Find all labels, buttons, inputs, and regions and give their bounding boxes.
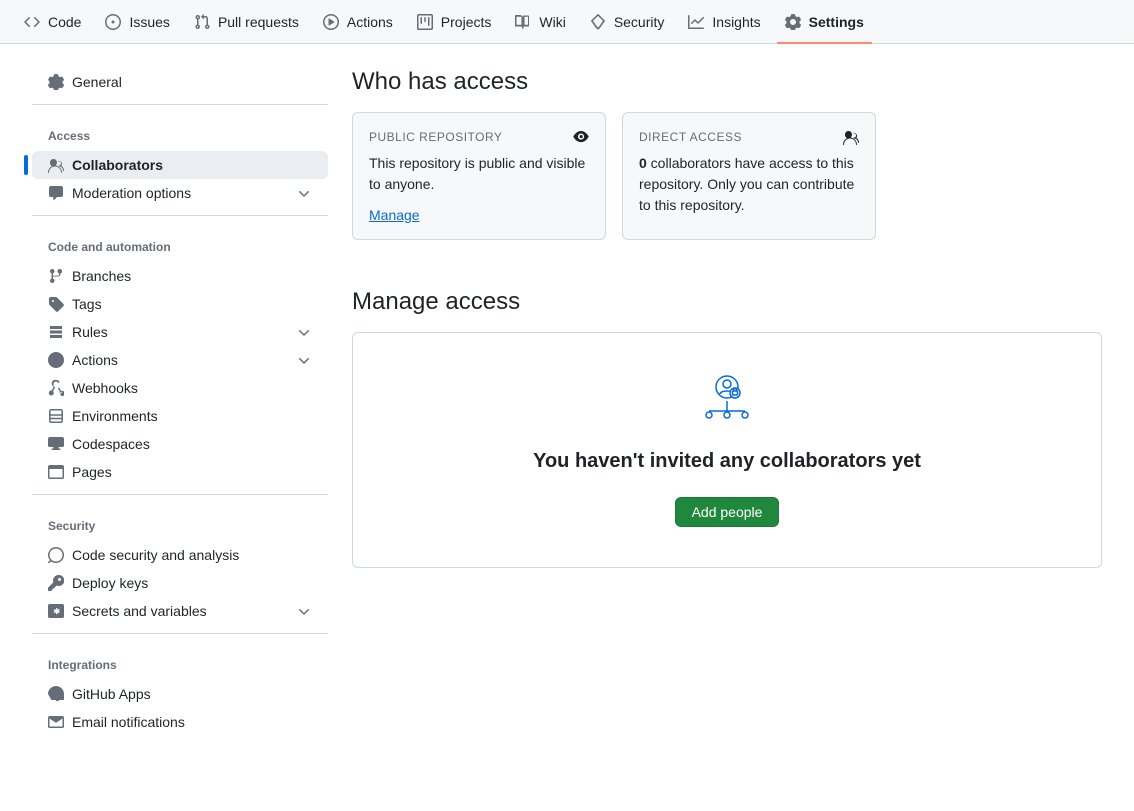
sidebar-item-pages[interactable]: Pages [32, 458, 328, 486]
tab-issues[interactable]: Issues [97, 0, 177, 44]
gear-icon [785, 14, 801, 30]
chevron-down-icon [296, 324, 312, 340]
webhook-icon [48, 380, 64, 396]
collaborators-illustration [699, 373, 755, 423]
sidebar-item-actions[interactable]: Actions [32, 346, 328, 374]
sidebar-heading-access: Access [32, 121, 328, 151]
gear-icon [48, 74, 64, 90]
sidebar-item-github-apps[interactable]: GitHub Apps [32, 680, 328, 708]
tab-insights[interactable]: Insights [680, 0, 768, 44]
eye-icon [573, 129, 589, 145]
chevron-down-icon [296, 603, 312, 619]
server-icon [48, 408, 64, 424]
people-icon [48, 157, 64, 173]
pr-icon [194, 14, 210, 30]
sidebar-item-secrets[interactable]: Secrets and variables [32, 597, 328, 625]
repo-tabs: Code Issues Pull requests Actions Projec… [0, 0, 1134, 44]
tab-security[interactable]: Security [582, 0, 673, 44]
branch-icon [48, 268, 64, 284]
project-icon [417, 14, 433, 30]
chevron-down-icon [296, 185, 312, 201]
tab-pull-requests[interactable]: Pull requests [186, 0, 307, 44]
sidebar-item-webhooks[interactable]: Webhooks [32, 374, 328, 402]
empty-state-text: You haven't invited any collaborators ye… [393, 450, 1061, 473]
sidebar-item-codespaces[interactable]: Codespaces [32, 430, 328, 458]
sidebar-item-environments[interactable]: Environments [32, 402, 328, 430]
issue-icon [105, 14, 121, 30]
comment-icon [48, 185, 64, 201]
tab-actions[interactable]: Actions [315, 0, 401, 44]
sidebar-item-moderation[interactable]: Moderation options [32, 179, 328, 207]
public-repo-card: PUBLIC REPOSITORY This repository is pub… [352, 112, 606, 240]
code-icon [24, 14, 40, 30]
manage-visibility-link[interactable]: Manage [369, 207, 420, 223]
settings-sidebar: General Access Collaborators Moderation … [32, 68, 328, 760]
codescan-icon [48, 547, 64, 563]
sidebar-item-rules[interactable]: Rules [32, 318, 328, 346]
direct-access-card: DIRECT ACCESS 0 collaborators have acces… [622, 112, 876, 240]
direct-access-text: 0 collaborators have access to this repo… [639, 153, 859, 216]
sidebar-item-email[interactable]: Email notifications [32, 708, 328, 736]
browser-icon [48, 464, 64, 480]
public-repo-label: PUBLIC REPOSITORY [369, 130, 502, 144]
graph-icon [688, 14, 704, 30]
tag-icon [48, 296, 64, 312]
asterisk-icon [48, 603, 64, 619]
sidebar-heading-security: Security [32, 511, 328, 541]
direct-access-label: DIRECT ACCESS [639, 130, 742, 144]
mail-icon [48, 714, 64, 730]
tab-code[interactable]: Code [16, 0, 89, 44]
tab-wiki[interactable]: Wiki [507, 0, 573, 44]
key-icon [48, 575, 64, 591]
play-icon [48, 352, 64, 368]
chevron-down-icon [296, 352, 312, 368]
people-icon [843, 129, 859, 145]
sidebar-item-code-security[interactable]: Code security and analysis [32, 541, 328, 569]
tab-projects[interactable]: Projects [409, 0, 500, 44]
main-content: Who has access PUBLIC REPOSITORY This re… [352, 68, 1102, 760]
sidebar-heading-integrations: Integrations [32, 650, 328, 680]
tab-settings[interactable]: Settings [777, 0, 872, 44]
add-people-button[interactable]: Add people [675, 497, 780, 527]
shield-icon [590, 14, 606, 30]
public-repo-text: This repository is public and visible to… [369, 153, 589, 195]
sidebar-item-tags[interactable]: Tags [32, 290, 328, 318]
hubot-icon [48, 686, 64, 702]
book-icon [515, 14, 531, 30]
codespaces-icon [48, 436, 64, 452]
sidebar-item-collaborators[interactable]: Collaborators [32, 151, 328, 179]
manage-access-heading: Manage access [352, 288, 1102, 316]
access-heading: Who has access [352, 68, 1102, 96]
play-icon [323, 14, 339, 30]
rules-icon [48, 324, 64, 340]
collaborators-panel: You haven't invited any collaborators ye… [352, 332, 1102, 568]
sidebar-item-deploy-keys[interactable]: Deploy keys [32, 569, 328, 597]
sidebar-item-branches[interactable]: Branches [32, 262, 328, 290]
sidebar-heading-code: Code and automation [32, 232, 328, 262]
sidebar-item-general[interactable]: General [32, 68, 328, 96]
